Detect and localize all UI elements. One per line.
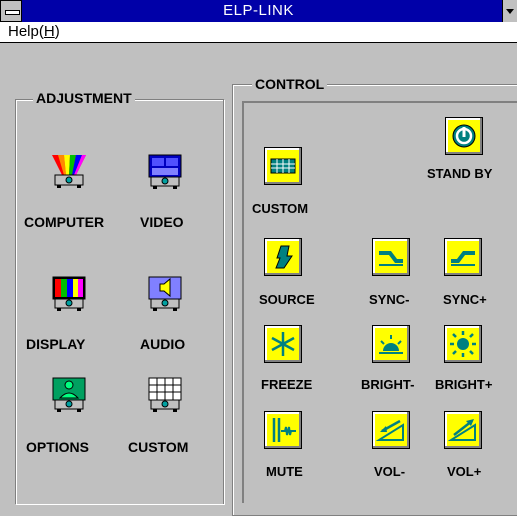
- audio-projector-icon[interactable]: [146, 275, 184, 313]
- control-label-freeze: FREEZE: [261, 377, 313, 392]
- menu-help[interactable]: Help(H): [8, 23, 60, 41]
- bright-plus-icon[interactable]: [444, 325, 482, 363]
- control-label-bright-plus: BRIGHT+: [435, 377, 493, 392]
- sync-minus-icon[interactable]: [372, 238, 410, 276]
- sync-plus-icon[interactable]: [444, 238, 482, 276]
- adjustment-legend: ADJUSTMENT: [33, 90, 135, 106]
- video-projector-icon[interactable]: [146, 153, 184, 191]
- adjustment-label-options: OPTIONS: [26, 439, 90, 455]
- control-label-mute: MUTE: [266, 464, 303, 479]
- custom-grid-icon[interactable]: [264, 147, 302, 185]
- menu-help-accelerator: H: [43, 23, 55, 40]
- menu-bar: Help(H): [0, 22, 517, 43]
- custom-projector-icon[interactable]: [146, 376, 184, 414]
- control-label-sync-plus: SYNC+: [443, 292, 487, 307]
- window-title: ELP-LINK: [223, 2, 294, 19]
- power-icon[interactable]: [445, 117, 483, 155]
- chevron-down-icon: [506, 9, 514, 14]
- control-label-stand-by: STAND BY: [427, 166, 493, 181]
- adjustment-label-display: DISPLAY: [26, 336, 86, 352]
- menu-help-suffix: ): [54, 23, 60, 40]
- source-icon[interactable]: [264, 238, 302, 276]
- system-menu-button[interactable]: [0, 0, 22, 22]
- system-menu-icon: [5, 10, 20, 15]
- title-bar: ELP-LINK: [0, 0, 517, 22]
- display-projector-icon[interactable]: [50, 275, 88, 313]
- control-label-bright-minus: BRIGHT-: [361, 377, 415, 392]
- volume-minus-icon[interactable]: [372, 411, 410, 449]
- adjustment-label-computer: COMPUTER: [24, 214, 105, 230]
- control-label-source: SOURCE: [259, 292, 315, 307]
- window-scroll-down-button[interactable]: [502, 0, 517, 22]
- menu-help-prefix: Help(: [8, 23, 44, 40]
- control-label-vol-plus: VOL+: [447, 464, 482, 479]
- volume-plus-icon[interactable]: [444, 411, 482, 449]
- control-label-vol-minus: VOL-: [374, 464, 406, 479]
- freeze-icon[interactable]: [264, 325, 302, 363]
- computer-projector-icon[interactable]: [50, 153, 88, 191]
- adjustment-label-video: VIDEO: [140, 214, 184, 230]
- options-projector-icon[interactable]: [50, 376, 88, 414]
- control-label-sync-minus: SYNC-: [369, 292, 410, 307]
- control-label-custom: CUSTOM: [252, 201, 309, 216]
- mute-icon[interactable]: [264, 411, 302, 449]
- bright-minus-icon[interactable]: [372, 325, 410, 363]
- adjustment-label-audio: AUDIO: [140, 336, 186, 352]
- control-legend: CONTROL: [252, 76, 328, 92]
- adjustment-label-custom: CUSTOM: [128, 439, 189, 455]
